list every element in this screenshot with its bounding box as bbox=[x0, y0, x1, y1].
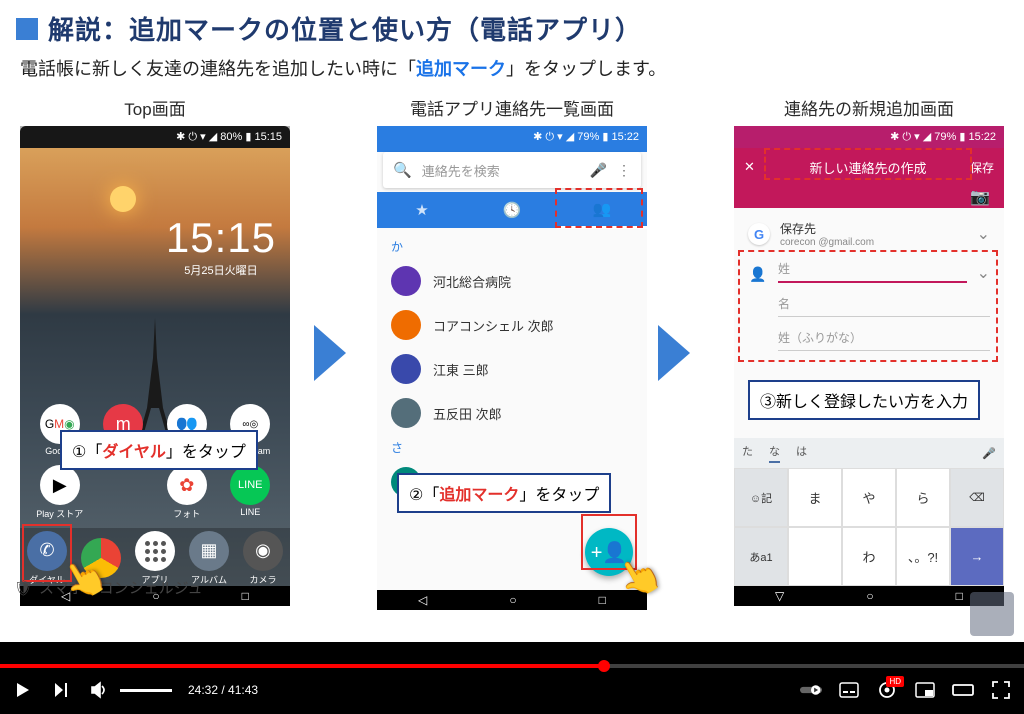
theater-button[interactable] bbox=[952, 679, 974, 701]
photo-strip: 📷 bbox=[734, 186, 1004, 208]
callout-step-3: ③新しく登録したい方を入力 bbox=[748, 380, 980, 420]
contact-row[interactable]: 五反田 次郎 bbox=[377, 391, 647, 435]
volume-slider[interactable] bbox=[120, 689, 172, 692]
app-play-store[interactable]: ▶Play ストア bbox=[32, 465, 88, 520]
tab-contacts[interactable]: 👥 bbox=[557, 192, 647, 229]
col-label: 連絡先の新規追加画面 bbox=[784, 95, 954, 120]
video-viewport: 解説：追加マークの位置と使い方（電話アプリ） 電話帳に新しく友達の連絡先を追加し… bbox=[0, 0, 1024, 714]
category-label: さ bbox=[377, 435, 647, 460]
add-person-icon: +👤 bbox=[591, 540, 628, 565]
surname-field[interactable]: 姓 bbox=[778, 260, 967, 283]
sun-icon bbox=[110, 186, 136, 212]
recents-icon[interactable]: □ bbox=[242, 589, 249, 603]
arrow-right-icon bbox=[314, 325, 346, 381]
triptych: Top画面 ✱ ⏻ ▾ ◢ 80% ▮ 15:15 15:15 5月25日火曜日 bbox=[16, 95, 1008, 606]
phone-new-contact: ✱ ⏻ ▾ ◢ 79% ▮ 15:22 ✕ 新しい連絡先の作成 保存 📷 G bbox=[734, 126, 1004, 606]
status-bar: ✱ ⏻ ▾ ◢ 79% ▮ 15:22 bbox=[734, 126, 1004, 148]
backspace-icon: ⌫ bbox=[950, 468, 1004, 527]
search-placeholder: 連絡先を検索 bbox=[422, 161, 580, 180]
progress-bar[interactable] bbox=[0, 664, 1024, 668]
phone-home: ✱ ⏻ ▾ ◢ 80% ▮ 15:15 15:15 5月25日火曜日 GM bbox=[20, 126, 290, 606]
name-field[interactable]: 名 bbox=[778, 295, 990, 317]
youtube-controls: 24:32 / 41:43 HD bbox=[0, 642, 1024, 714]
chevron-down-icon: ⌄ bbox=[977, 263, 990, 283]
status-bar: ✱ ⏻ ▾ ◢ 79% ▮ 15:22 bbox=[377, 126, 647, 148]
video-watermark[interactable] bbox=[970, 592, 1014, 636]
settings-button[interactable]: HD bbox=[876, 679, 898, 701]
volume-button[interactable] bbox=[88, 679, 110, 701]
back-icon[interactable]: ◁ bbox=[418, 593, 427, 607]
miniplayer-button[interactable] bbox=[914, 679, 936, 701]
next-button[interactable] bbox=[50, 679, 72, 701]
keyboard-hide-icon[interactable]: ▽ bbox=[775, 589, 784, 603]
save-button[interactable]: 保存 bbox=[970, 159, 994, 176]
col-new-contact: 連絡先の新規追加画面 ✱ ⏻ ▾ ◢ 79% ▮ 15:22 ✕ 新しい連絡先の… bbox=[734, 95, 1004, 606]
save-to-row[interactable]: G 保存先 corecon @gmail.com ⌄ bbox=[734, 214, 1004, 254]
app-photo[interactable]: ✿フォト bbox=[159, 465, 215, 520]
recents-icon[interactable]: □ bbox=[956, 589, 963, 603]
mic-icon[interactable]: 🎤 bbox=[982, 447, 996, 460]
tab-recent[interactable]: 🕓 bbox=[467, 193, 557, 227]
key-mode: あa1 bbox=[734, 527, 788, 586]
search-input[interactable]: 🔍 連絡先を検索 🎤 ⋮ bbox=[383, 152, 641, 188]
mic-icon[interactable]: 🎤 bbox=[590, 162, 607, 179]
slide-subtitle: 電話帳に新しく友達の連絡先を追加したい時に「追加マーク」をタップします。 bbox=[16, 55, 1008, 81]
new-contact-header: ✕ 新しい連絡先の作成 保存 bbox=[734, 148, 1004, 186]
contact-row[interactable]: コアコンシェル 次郎 bbox=[377, 303, 647, 347]
enter-icon: → bbox=[950, 527, 1004, 586]
category-label: か bbox=[377, 234, 647, 259]
google-icon: G bbox=[748, 223, 770, 245]
contact-row[interactable]: 河北総合病院 bbox=[377, 259, 647, 303]
android-navbar: ▽ ○ □ bbox=[734, 586, 1004, 606]
header-marker bbox=[16, 18, 38, 40]
phone-contacts: ✱ ⏻ ▾ ◢ 79% ▮ 15:22 🔍 連絡先を検索 🎤 ⋮ ★ 🕓 👥 bbox=[377, 126, 647, 606]
hd-badge: HD bbox=[886, 676, 904, 687]
clock-date: 5月25日火曜日 bbox=[166, 262, 276, 278]
home-icon[interactable]: ○ bbox=[866, 589, 873, 603]
android-navbar: ◁ ○ □ bbox=[377, 590, 647, 610]
shield-icon: 🛡 bbox=[14, 579, 33, 597]
contacts-body: 🔍 連絡先を検索 🎤 ⋮ ★ 🕓 👥 か 河北総合病院 bbox=[377, 152, 647, 590]
camera-icon[interactable]: 📷 bbox=[970, 187, 990, 207]
person-icon: 👤 bbox=[748, 266, 768, 283]
slide-title: 解説：追加マークの位置と使い方（電話アプリ） bbox=[48, 10, 642, 47]
header-title: 新しい連絡先の作成 bbox=[766, 158, 970, 177]
furigana-field[interactable]: 姓（ふりがな） bbox=[778, 329, 990, 351]
contact-list: か 河北総合病院 コアコンシェル 次郎 江東 三郎 五反田 次郎 さ 巣鴨 太郎 bbox=[377, 228, 647, 510]
soft-keyboard[interactable]: た な は 🎤 ☺記 ま や ら ⌫ bbox=[734, 438, 1004, 586]
contact-row[interactable]: 江東 三郎 bbox=[377, 347, 647, 391]
close-icon[interactable]: ✕ bbox=[744, 159, 766, 175]
col-label: 電話アプリ連絡先一覧画面 bbox=[410, 95, 614, 120]
key-emoji: ☺記 bbox=[734, 468, 788, 527]
chevron-down-icon: ⌄ bbox=[977, 224, 990, 244]
time-display: 24:32 / 41:43 bbox=[188, 683, 258, 697]
play-button[interactable] bbox=[12, 679, 34, 701]
slide: 解説：追加マークの位置と使い方（電話アプリ） 電話帳に新しく友達の連絡先を追加し… bbox=[0, 0, 1024, 642]
tab-favorites[interactable]: ★ bbox=[377, 193, 467, 227]
fullscreen-button[interactable] bbox=[990, 679, 1012, 701]
progress-played bbox=[0, 664, 604, 668]
home-icon[interactable]: ○ bbox=[509, 593, 516, 607]
clock-time: 15:15 bbox=[166, 214, 276, 262]
wallpaper: 15:15 5月25日火曜日 GM◉Google mメルカリ 👥Teams ∞◎… bbox=[20, 148, 290, 586]
arrow-right-icon bbox=[658, 325, 690, 381]
search-icon: 🔍 bbox=[393, 161, 412, 179]
more-icon[interactable]: ⋮ bbox=[617, 162, 631, 179]
app-camera[interactable]: ◉カメラ bbox=[236, 531, 290, 586]
app-line[interactable]: LINELINE bbox=[222, 465, 278, 520]
autoplay-toggle[interactable] bbox=[800, 679, 822, 701]
col-contacts: 電話アプリ連絡先一覧画面 ✱ ⏻ ▾ ◢ 79% ▮ 15:22 🔍 連絡先を検… bbox=[377, 95, 647, 606]
col-label: Top画面 bbox=[124, 95, 185, 120]
contacts-tabbar: ★ 🕓 👥 bbox=[377, 192, 647, 228]
status-bar: ✱ ⏻ ▾ ◢ 80% ▮ 15:15 bbox=[20, 126, 290, 148]
callout-step-1: ①「ダイヤル」をタップ bbox=[60, 430, 258, 470]
callout-step-2: ②「追加マーク」をタップ bbox=[397, 473, 611, 513]
recents-icon[interactable]: □ bbox=[599, 593, 606, 607]
col-home: Top画面 ✱ ⏻ ▾ ◢ 80% ▮ 15:15 15:15 5月25日火曜日 bbox=[20, 95, 290, 606]
clock-widget: 15:15 5月25日火曜日 bbox=[166, 214, 276, 278]
captions-button[interactable] bbox=[838, 679, 860, 701]
